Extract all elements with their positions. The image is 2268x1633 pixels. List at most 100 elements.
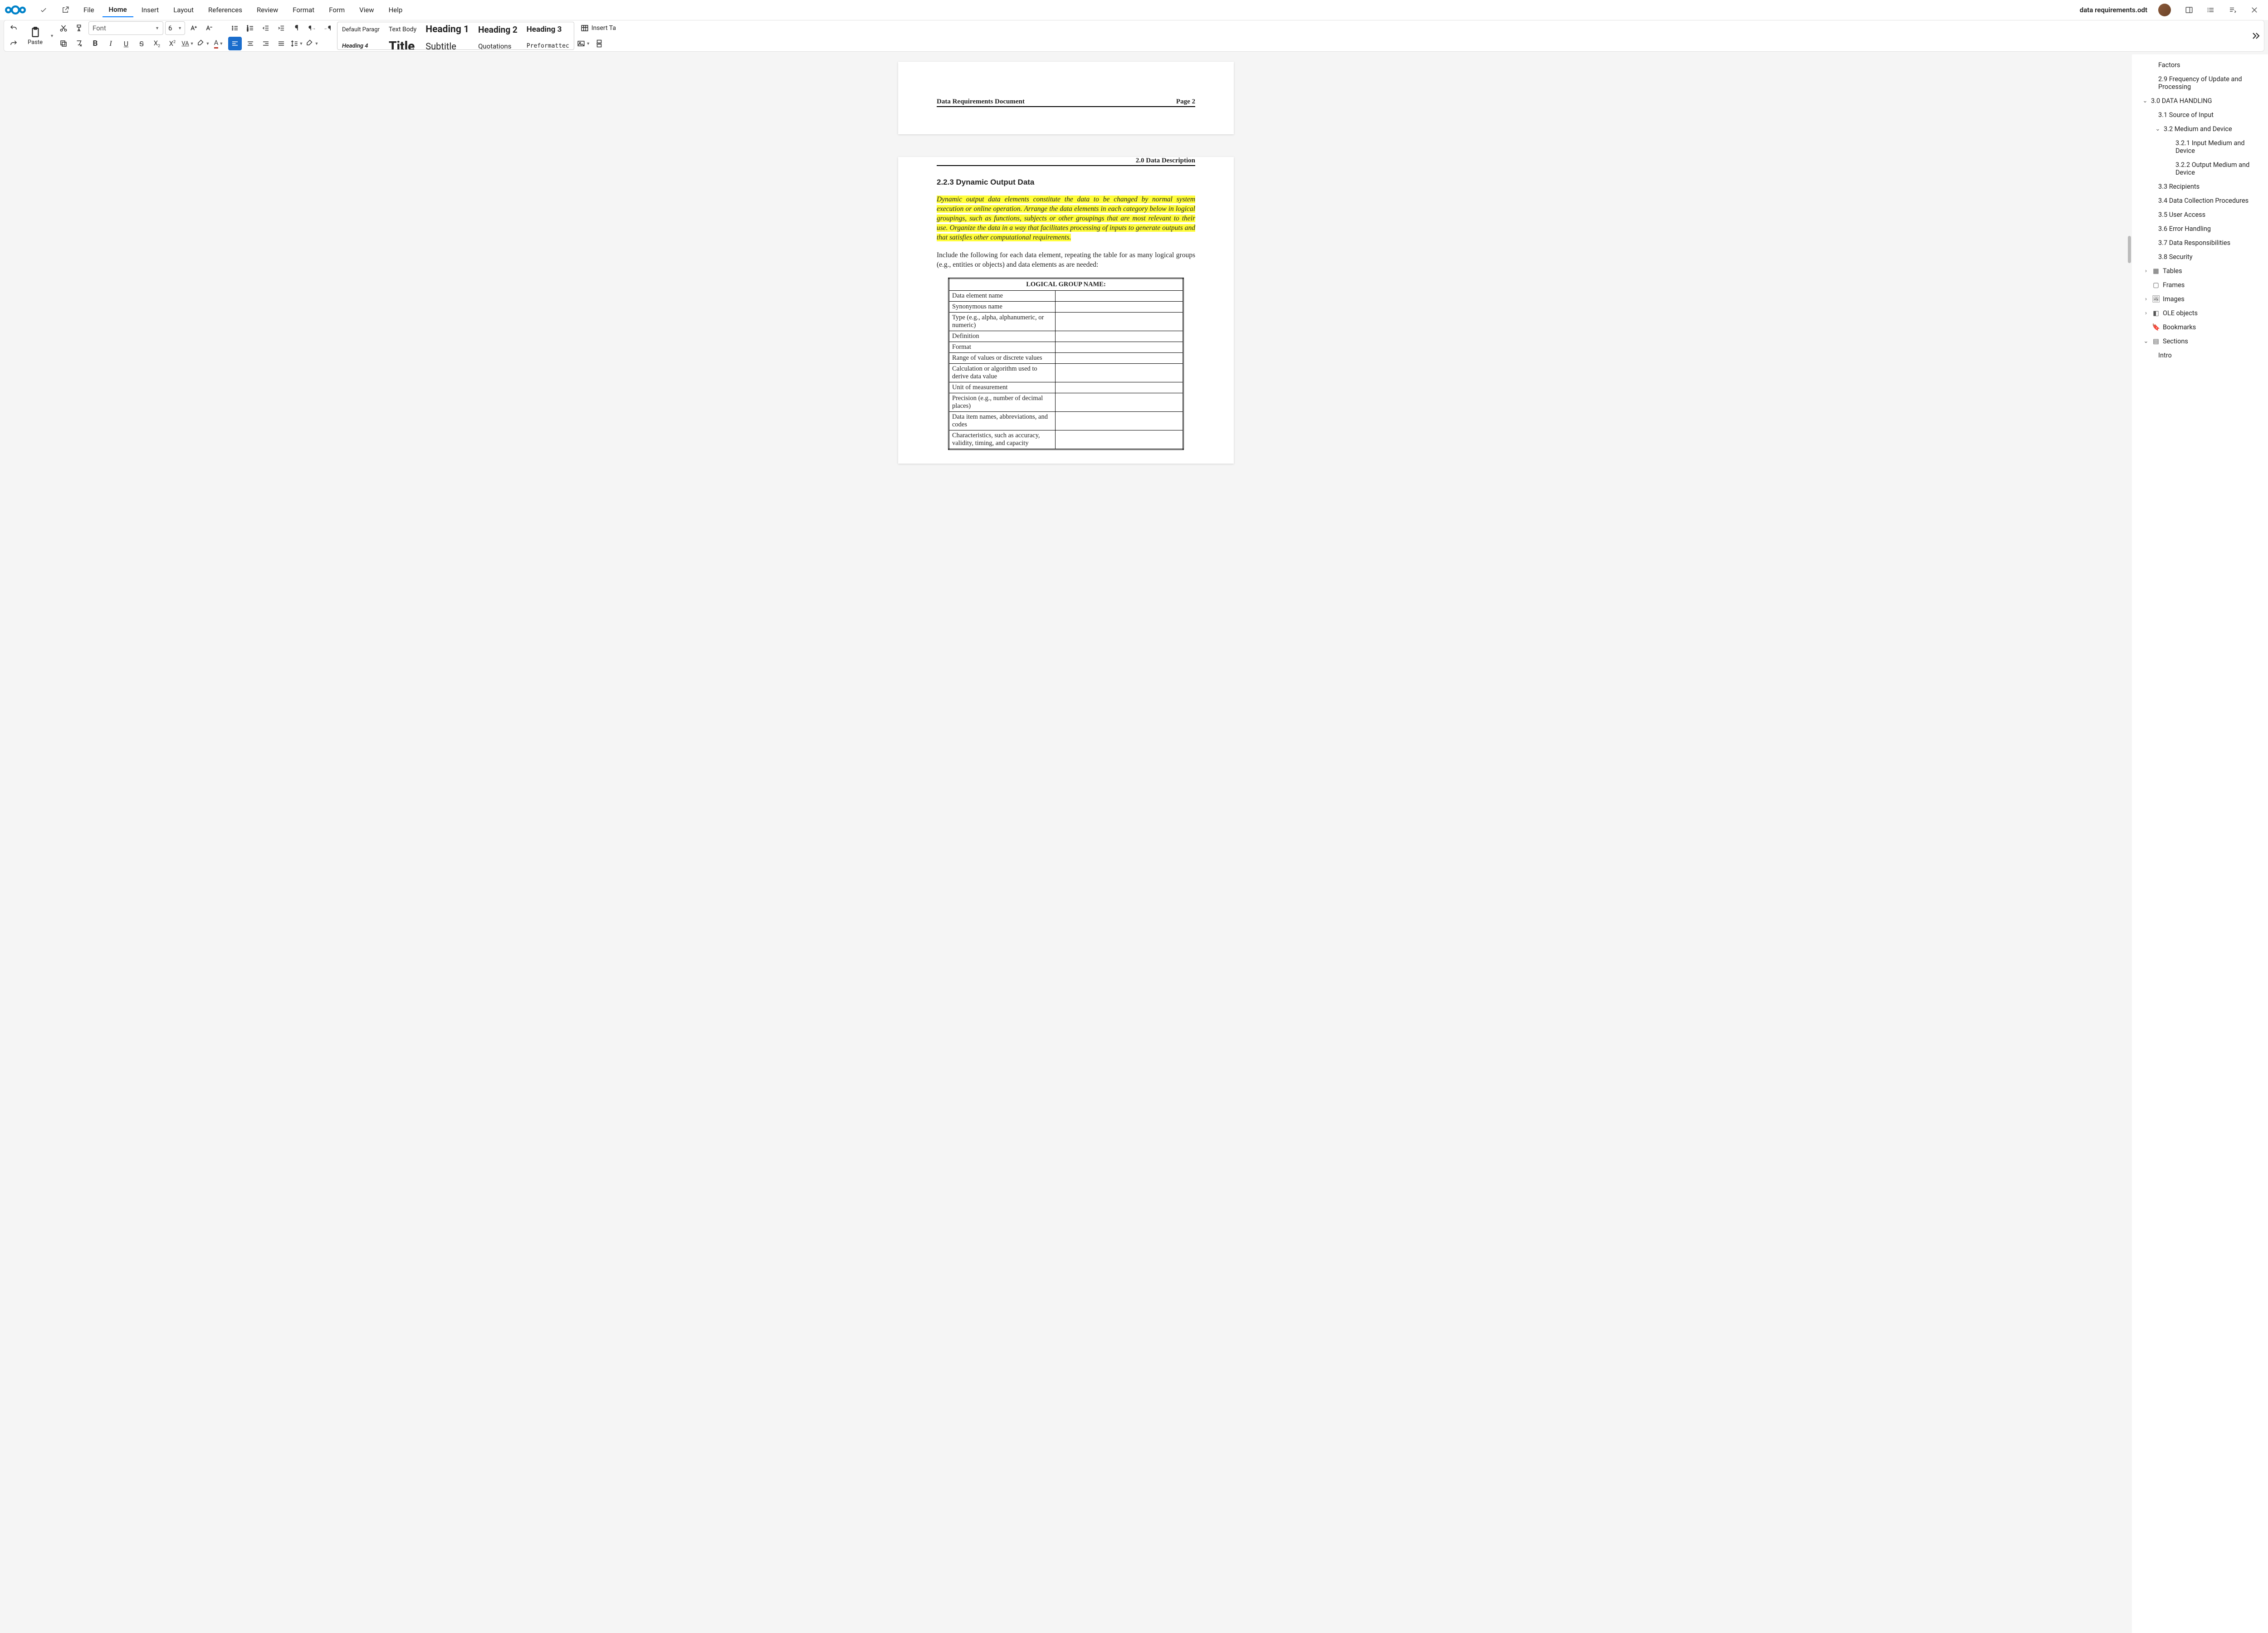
user-avatar[interactable] <box>2158 4 2171 16</box>
grow-font-button[interactable] <box>187 21 200 35</box>
menu-references[interactable]: References <box>202 3 249 17</box>
style-heading-3[interactable]: Heading 3 <box>522 22 574 37</box>
menu-view[interactable]: View <box>353 3 380 17</box>
menu-help[interactable]: Help <box>382 3 409 17</box>
table-caption: LOGICAL GROUP NAME: <box>949 279 1183 291</box>
table-icon: ▦ <box>2152 267 2160 275</box>
menu-layout[interactable]: Layout <box>167 3 200 17</box>
clone-formatting-button[interactable] <box>72 21 86 35</box>
page-previous[interactable]: Data Requirements Document Page 2 <box>898 62 1234 134</box>
ribbon-toolbar: Paste ▼ Font▼ 6▼ B I U S X2 X2 VA▼ ▼ A▼ <box>4 20 2264 52</box>
style-title[interactable]: Title <box>384 37 421 50</box>
menu-review[interactable]: Review <box>250 3 284 17</box>
save-check-icon[interactable] <box>39 5 48 15</box>
font-size-select[interactable]: 6▼ <box>165 21 185 35</box>
edit-external-icon[interactable] <box>61 5 70 15</box>
nav-heading-2-9[interactable]: 2.9 Frequency of Update and Processing <box>2132 72 2267 94</box>
nav-cat-bookmarks[interactable]: 🔖Bookmarks <box>2132 320 2267 334</box>
indent-button[interactable] <box>274 21 288 35</box>
align-right-button[interactable] <box>259 37 273 50</box>
nav-heading-3-6[interactable]: 3.6 Error Handling <box>2132 222 2267 236</box>
sidebar-toggle-icon[interactable] <box>2185 5 2194 15</box>
menu-home[interactable]: Home <box>103 3 133 17</box>
nav-heading-3-3[interactable]: 3.3 Recipients <box>2132 180 2267 194</box>
page-current[interactable]: 2.0 Data Description 2.2.3 Dynamic Outpu… <box>898 157 1234 464</box>
expand-ribbon-icon[interactable] <box>2250 30 2261 41</box>
style-text-body[interactable]: Text Body <box>384 22 421 37</box>
style-preformatted[interactable]: Preformattec <box>522 37 574 50</box>
bullet-list-button[interactable] <box>228 21 242 35</box>
paste-dropdown-icon[interactable]: ▼ <box>50 34 54 39</box>
rtl-button[interactable]: ←¶ <box>321 21 334 35</box>
menu-file[interactable]: File <box>77 3 101 17</box>
nav-heading-3-8[interactable]: 3.8 Security <box>2132 250 2267 264</box>
clear-formatting-button[interactable] <box>72 37 86 50</box>
outdent-button[interactable] <box>259 21 273 35</box>
menu-form[interactable]: Form <box>323 3 351 17</box>
nav-heading-3-0[interactable]: ⌄3.0 DATA HANDLING <box>2132 94 2267 108</box>
nav-heading-3-2[interactable]: ⌄3.2 Medium and Device <box>2132 122 2267 136</box>
nav-heading-3-4[interactable]: 3.4 Data Collection Procedures <box>2132 194 2267 208</box>
nav-cat-images[interactable]: ›🖼Images <box>2132 292 2267 306</box>
menu-insert[interactable]: Insert <box>135 3 165 17</box>
nextcloud-logo[interactable] <box>4 3 27 17</box>
undo-button[interactable] <box>7 21 20 35</box>
nav-cat-tables[interactable]: ›▦Tables <box>2132 264 2267 278</box>
nav-heading-3-7[interactable]: 3.7 Data Responsibilities <box>2132 236 2267 250</box>
table-row: Type (e.g., alpha, alphanumeric, or nume… <box>949 313 1056 331</box>
number-list-button[interactable]: 123 <box>244 21 257 35</box>
line-spacing-button[interactable]: ▼ <box>290 37 303 50</box>
nav-cat-ole[interactable]: ›◧OLE objects <box>2132 306 2267 320</box>
style-heading-2[interactable]: Heading 2 <box>474 22 522 37</box>
char-spacing-button[interactable]: VA▼ <box>181 37 195 50</box>
table-row: Format <box>949 342 1056 353</box>
table-row: Calculation or algorithm used to derive … <box>949 364 1056 382</box>
cut-button[interactable] <box>57 21 70 35</box>
font-name-select[interactable]: Font▼ <box>88 21 163 35</box>
section-icon: ▤ <box>2152 337 2160 345</box>
para-bgcolor-button[interactable]: ▼ <box>305 37 319 50</box>
nav-heading-3-5[interactable]: 3.5 User Access <box>2132 208 2267 222</box>
insert-image-button[interactable]: ▼ <box>577 37 591 50</box>
redo-button[interactable] <box>7 37 20 50</box>
bookmark-icon: 🔖 <box>2152 323 2160 331</box>
align-justify-button[interactable] <box>274 37 288 50</box>
align-center-button[interactable] <box>244 37 257 50</box>
document-area[interactable]: Data Requirements Document Page 2 2.0 Da… <box>0 54 2132 1633</box>
style-heading-4[interactable]: Heading 4 <box>337 37 384 50</box>
bold-button[interactable]: B <box>88 37 102 50</box>
style-subtitle[interactable]: Subtitle <box>421 37 474 50</box>
style-quotations[interactable]: Quotations <box>474 37 522 50</box>
nav-heading-3-1[interactable]: 3.1 Source of Input <box>2132 108 2267 122</box>
scrollbar-thumb[interactable] <box>2128 236 2131 263</box>
insert-table-button[interactable]: Insert Ta <box>577 21 620 35</box>
nav-cat-frames[interactable]: ▢Frames <box>2132 278 2267 292</box>
navigator-icon[interactable] <box>2228 5 2237 15</box>
italic-button[interactable]: I <box>104 37 117 50</box>
ltr-button[interactable]: ¶→ <box>305 21 319 35</box>
close-icon[interactable] <box>2250 5 2259 15</box>
pilcrow-button[interactable]: ¶ <box>290 21 303 35</box>
nav-heading-factors[interactable]: Factors <box>2132 58 2267 72</box>
superscript-button[interactable]: X2 <box>166 37 179 50</box>
list-icon[interactable] <box>2206 5 2215 15</box>
style-default-paragraph[interactable]: Default Paragr <box>337 22 384 37</box>
copy-button[interactable] <box>57 37 70 50</box>
insert-page-break-button[interactable] <box>592 37 606 50</box>
align-left-button[interactable] <box>228 37 242 50</box>
chevron-right-icon: › <box>2143 268 2149 274</box>
nav-section-intro[interactable]: Intro <box>2132 348 2267 362</box>
highlight-color-button[interactable]: ▼ <box>196 37 210 50</box>
style-heading-1[interactable]: Heading 1 <box>421 22 474 37</box>
underline-button[interactable]: U <box>119 37 133 50</box>
nav-heading-3-2-1[interactable]: 3.2.1 Input Medium and Device <box>2132 136 2267 158</box>
shrink-font-button[interactable] <box>202 21 216 35</box>
logical-group-table[interactable]: LOGICAL GROUP NAME: Data element name Sy… <box>948 278 1184 450</box>
menu-format[interactable]: Format <box>286 3 321 17</box>
nav-heading-3-2-2[interactable]: 3.2.2 Output Medium and Device <box>2132 158 2267 180</box>
paste-button[interactable]: Paste <box>23 25 47 47</box>
subscript-button[interactable]: X2 <box>150 37 164 50</box>
strikethrough-button[interactable]: S <box>135 37 148 50</box>
nav-cat-sections[interactable]: ⌄▤Sections <box>2132 334 2267 348</box>
font-color-button[interactable]: A▼ <box>212 37 225 50</box>
